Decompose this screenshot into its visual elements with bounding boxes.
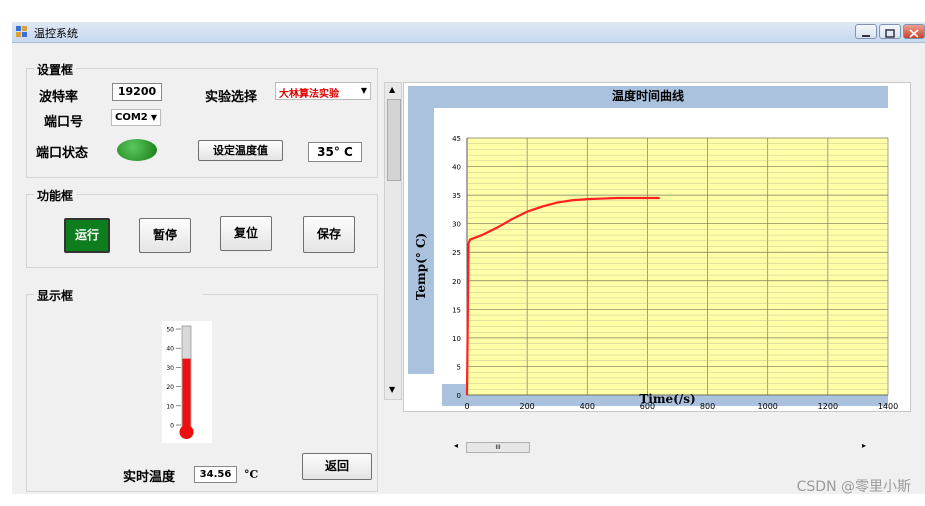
- x-axis-label: Time(/s): [639, 392, 695, 406]
- y-axis-ticks: 0 5 10 15 20 25 30 35 40 45: [452, 135, 461, 400]
- settings-group-title: 设置框: [34, 61, 77, 78]
- save-button[interactable]: 保存: [303, 216, 355, 253]
- pause-button[interactable]: 暂停: [139, 218, 191, 253]
- data-point: [541, 205, 543, 208]
- y-axis-label: Temp(° C): [414, 233, 428, 300]
- app-icon: [16, 26, 27, 37]
- x-tick-label: 1000: [758, 402, 778, 411]
- horizontal-scroll-thumb[interactable]: III: [466, 442, 530, 453]
- x-tick-label: 800: [700, 402, 715, 411]
- functions-group-title: 功能框: [34, 187, 77, 204]
- thermometer-tick-label: 40: [166, 346, 174, 353]
- data-point: [658, 197, 661, 199]
- port-status-label: 端口状态: [36, 146, 89, 161]
- thermometer-bulb: [179, 425, 194, 439]
- vertical-scroll-thumb[interactable]: [387, 99, 401, 181]
- experiment-select[interactable]: 大林算法实验 ▼: [275, 82, 371, 100]
- y-tick-label: 20: [452, 278, 461, 286]
- port-status-indicator: [117, 139, 157, 161]
- thermometer-tick-label: 20: [166, 384, 174, 391]
- thermometer-tick-label: 50: [166, 327, 174, 334]
- set-temperature-value[interactable]: 35° C: [308, 142, 362, 162]
- thermometer-tick-label: 0: [170, 423, 174, 430]
- watermark: CSDN @零里小斯: [796, 479, 911, 495]
- chevron-down-icon: ▼: [360, 86, 367, 95]
- y-tick-label: 15: [452, 306, 461, 314]
- data-point: [496, 227, 498, 229]
- data-point: [511, 218, 513, 220]
- thermometer-tick-label: 10: [166, 403, 174, 410]
- thermometer: 50 40 30 20 10 0: [162, 321, 212, 443]
- thermometer-tick-label: 30: [166, 365, 174, 372]
- y-tick-label: 35: [452, 192, 461, 200]
- y-tick-label: 45: [452, 135, 461, 143]
- y-tick-label: 25: [452, 249, 461, 257]
- baud-input[interactable]: 19200: [112, 83, 162, 101]
- display-group-title: 显示框: [34, 287, 204, 304]
- maximize-button[interactable]: [879, 24, 901, 39]
- window-title: 温控系统: [34, 27, 78, 40]
- horizontal-scrollbar[interactable]: ◂ III ▸: [452, 440, 872, 454]
- experiment-select-value: 大林算法实验: [279, 89, 339, 100]
- x-tick-label: 1200: [818, 402, 838, 411]
- run-button[interactable]: 运行: [64, 218, 110, 253]
- title-bar: 温控系统: [12, 22, 925, 43]
- data-point: [526, 211, 528, 213]
- back-button[interactable]: 返回: [302, 453, 372, 480]
- set-temperature-button[interactable]: 设定温度值: [198, 140, 283, 161]
- scroll-down-icon[interactable]: ▼: [389, 385, 395, 394]
- data-point: [616, 197, 618, 199]
- data-point: [601, 197, 603, 200]
- x-tick-label: 0: [464, 402, 469, 411]
- y-tick-label: 0: [457, 392, 461, 400]
- data-point: [586, 198, 588, 200]
- minimize-icon: [862, 35, 870, 37]
- realtime-temp-unit: °C: [244, 468, 259, 481]
- scroll-right-icon[interactable]: ▸: [862, 441, 866, 450]
- data-point: [556, 201, 558, 204]
- port-select[interactable]: COM2 ▼: [111, 109, 161, 126]
- vertical-scrollbar[interactable]: ▲ ▼: [384, 82, 402, 400]
- data-point: [466, 394, 468, 396]
- chevron-down-icon: ▼: [150, 113, 157, 122]
- reset-button[interactable]: 复位: [220, 216, 272, 251]
- baud-label: 波特率: [39, 90, 79, 105]
- x-tick-label: 400: [580, 402, 595, 411]
- data-point: [467, 243, 470, 245]
- maximize-icon: [885, 29, 895, 38]
- scroll-left-icon[interactable]: ◂: [454, 441, 458, 450]
- thermometer-level: [182, 358, 191, 433]
- y-tick-label: 5: [457, 363, 461, 371]
- data-point: [481, 234, 483, 236]
- port-select-value: COM2: [115, 112, 148, 123]
- y-tick-label: 10: [452, 335, 461, 343]
- realtime-temp-label: 实时温度: [123, 470, 176, 485]
- y-tick-label: 40: [452, 164, 461, 172]
- x-tick-label: 1400: [878, 402, 898, 411]
- data-point: [631, 197, 633, 199]
- data-point: [571, 199, 573, 201]
- close-icon: [909, 29, 919, 38]
- data-point: [469, 239, 471, 241]
- port-label: 端口号: [44, 115, 84, 130]
- scroll-up-icon[interactable]: ▲: [389, 85, 395, 94]
- temperature-chart: 0 200 400 600 800 1000 1200 1400 05101520253035…: [414, 135, 898, 411]
- experiment-label: 实验选择: [205, 90, 258, 105]
- minimize-button[interactable]: [855, 24, 877, 39]
- y-tick-label: 30: [452, 221, 461, 229]
- app-window: 温控系统 设置框 波特率 19200 实验选择 大林算法实验 ▼ 端口号 COM…: [12, 22, 925, 494]
- realtime-temp-value: 34.56: [194, 466, 237, 483]
- close-button[interactable]: [903, 24, 925, 39]
- plot-area: [467, 138, 888, 395]
- data-point: [646, 197, 649, 199]
- x-tick-label: 200: [520, 402, 535, 411]
